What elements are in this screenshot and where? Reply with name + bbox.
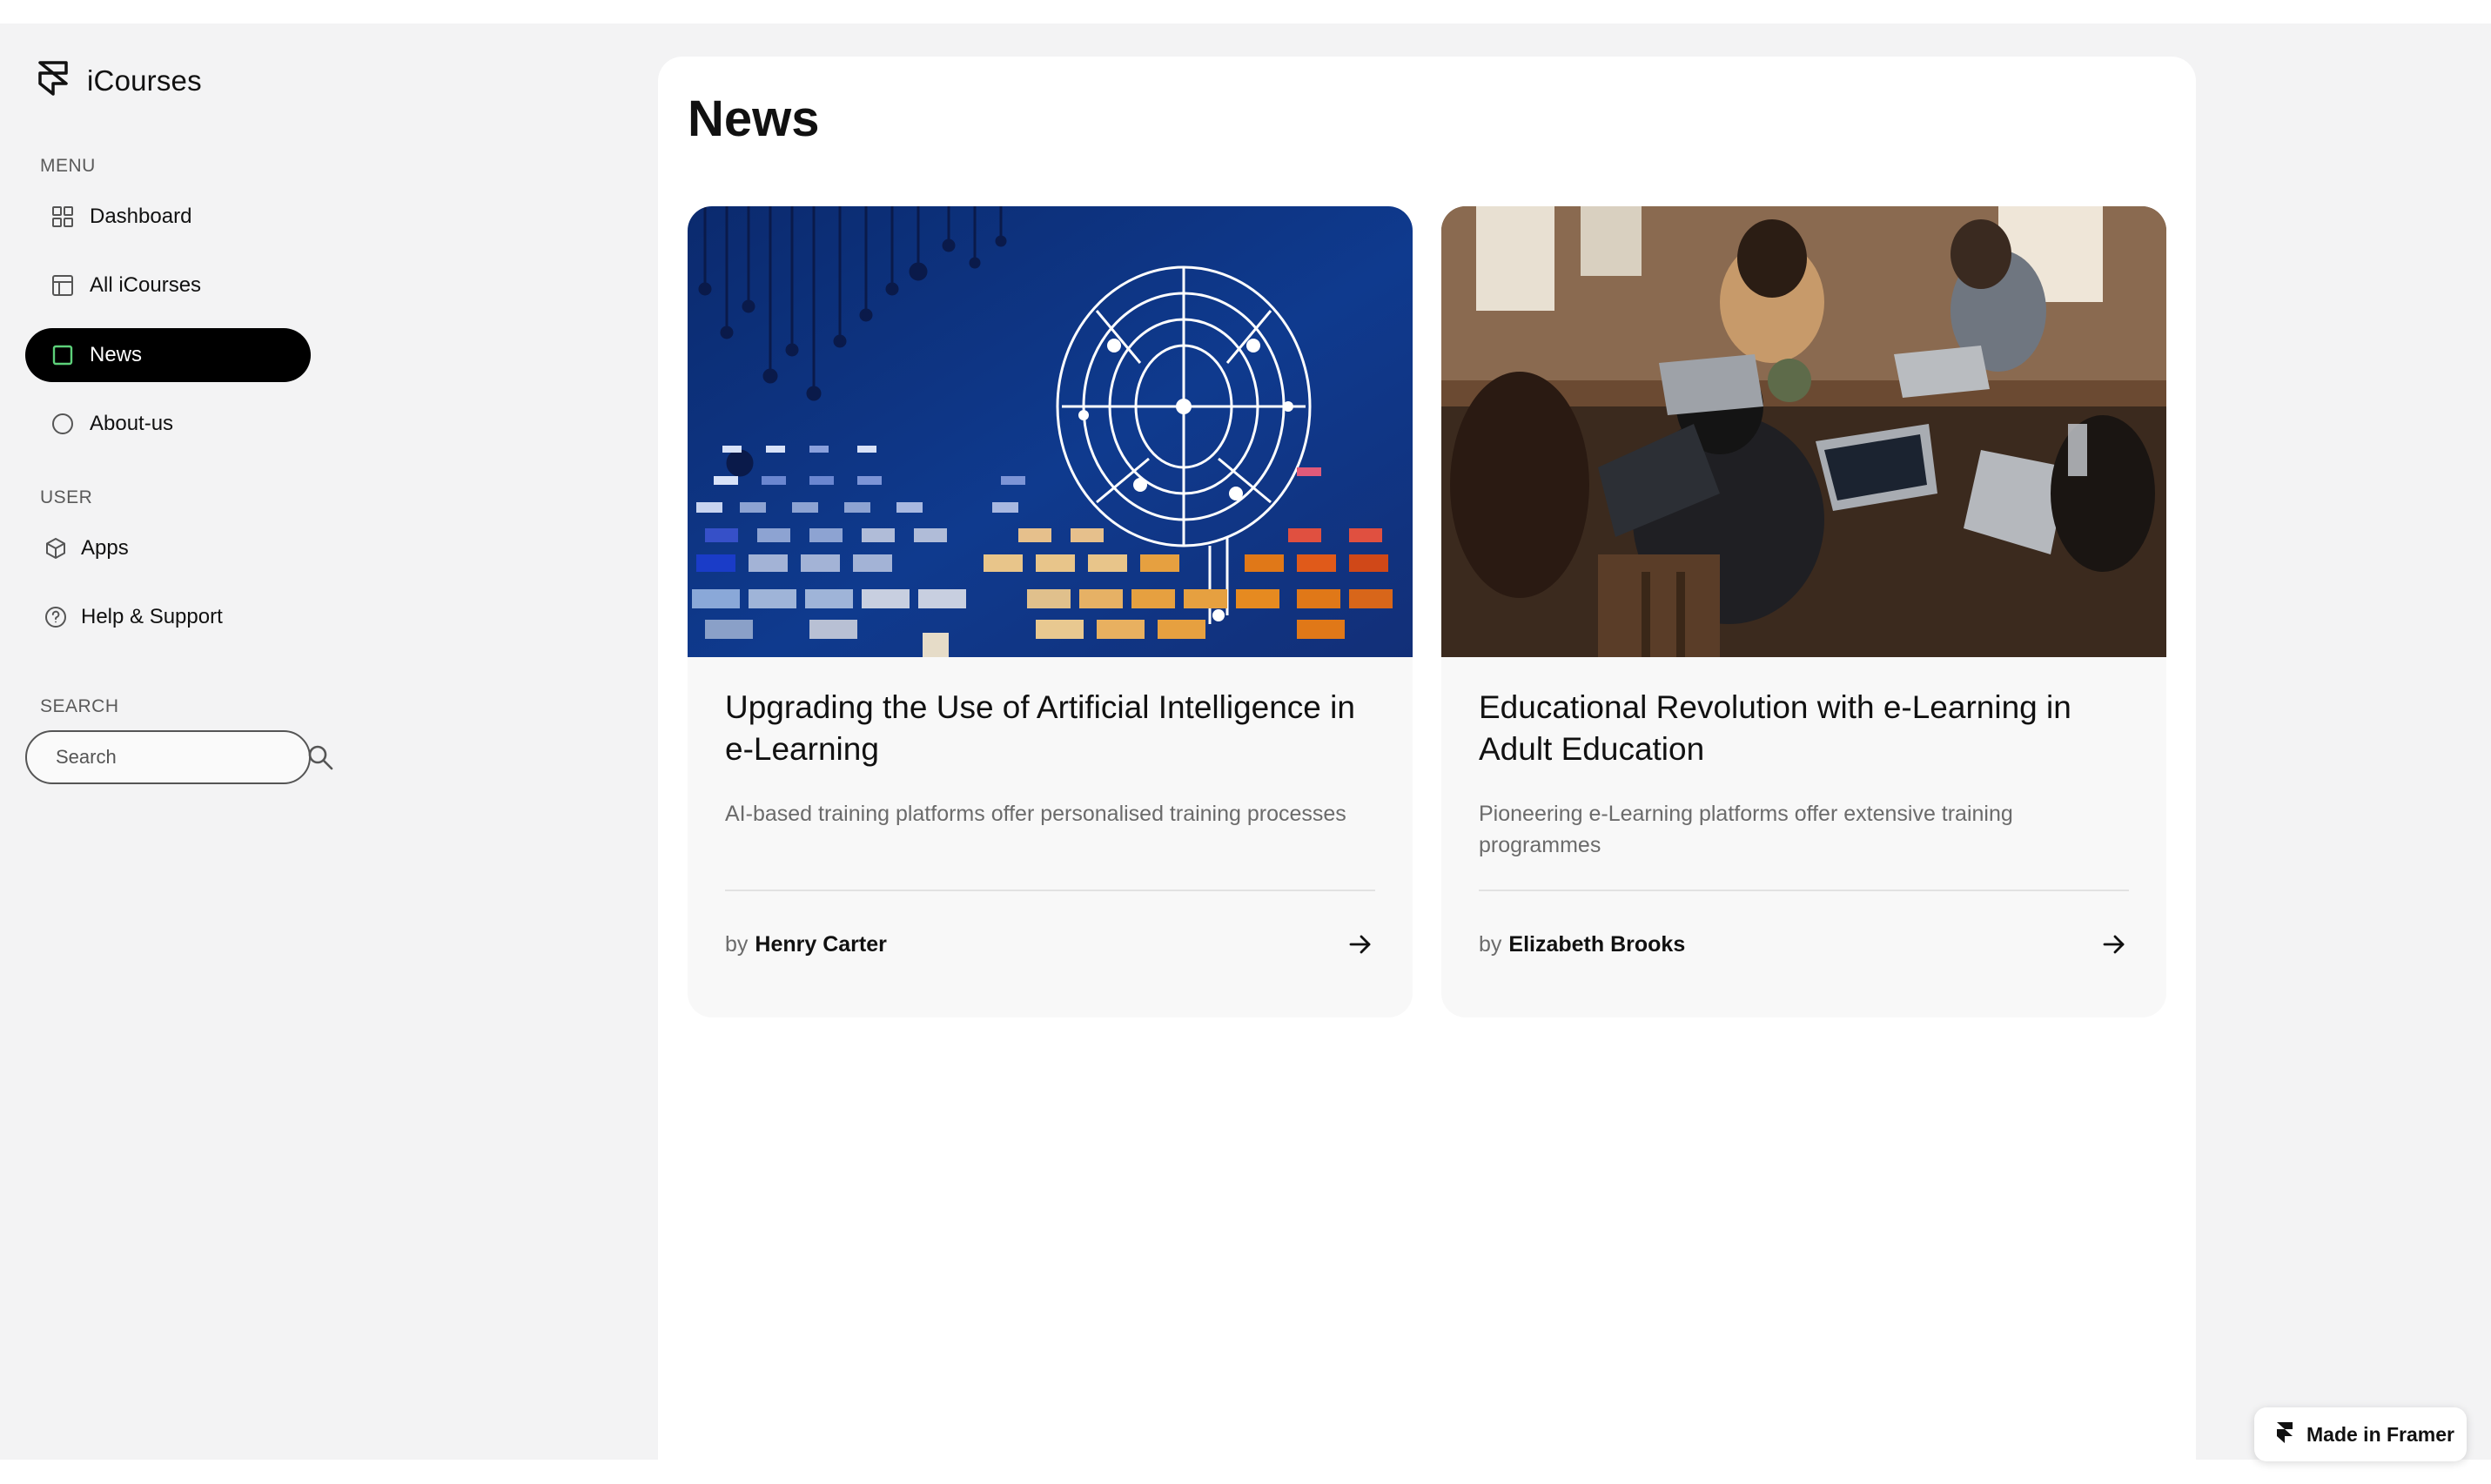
sidebar-item-news[interactable]: News	[25, 328, 311, 382]
author-name: Henry Carter	[755, 931, 887, 957]
arrow-right-icon[interactable]	[2099, 930, 2129, 959]
cube-icon	[44, 537, 67, 560]
user-section-label: USER	[40, 487, 93, 507]
page-title: News	[688, 91, 820, 147]
card-description: Pioneering e-Learning platforms offer ex…	[1479, 802, 2013, 857]
sidebar-item-label: All iCourses	[90, 273, 202, 297]
sidebar-item-about-us[interactable]: About-us	[25, 397, 311, 451]
search-icon[interactable]	[306, 742, 334, 773]
app-shell: iCourses MENU Dashboard All iCourses New…	[0, 24, 2491, 1484]
made-in-framer-badge[interactable]: Made in Framer	[2254, 1407, 2467, 1461]
card-footer: by Henry Carter	[725, 927, 1375, 962]
circle-icon	[51, 413, 74, 435]
author-name: Elizabeth Brooks	[1508, 931, 1686, 957]
sidebar-item-help-support[interactable]: Help & Support	[25, 590, 311, 644]
sidebar: iCourses MENU Dashboard All iCourses New…	[0, 24, 333, 1460]
menu-section-label: MENU	[40, 156, 96, 176]
brand-name: iCourses	[87, 64, 202, 97]
framer-logo-icon	[38, 61, 68, 96]
card-divider	[725, 890, 1375, 891]
news-card[interactable]: Upgrading the Use of Artificial Intellig…	[688, 206, 1413, 1017]
sidebar-item-apps[interactable]: Apps	[25, 521, 311, 575]
people-with-laptops-photo	[1441, 206, 2166, 657]
sidebar-item-label: Apps	[81, 536, 129, 560]
square-icon	[51, 344, 74, 366]
sidebar-item-dashboard[interactable]: Dashboard	[25, 190, 311, 244]
brand[interactable]: iCourses	[35, 57, 202, 105]
card-description: AI-based training platforms offer person…	[725, 802, 1346, 826]
news-card[interactable]: Educational Revolution with e-Learning i…	[1441, 206, 2166, 1017]
byline-prefix: by	[1479, 931, 1502, 957]
sidebar-item-all-icourses[interactable]: All iCourses	[25, 259, 311, 312]
arrow-right-icon[interactable]	[1346, 930, 1375, 959]
help-circle-icon	[44, 606, 67, 628]
byline-prefix: by	[725, 931, 749, 957]
main-panel: News Upgrading the Use of Artificial Int…	[658, 57, 2196, 1484]
search-box	[25, 730, 333, 784]
search-section-label: SEARCH	[40, 696, 119, 716]
sidebar-item-label: About-us	[90, 412, 174, 435]
sidebar-item-label: News	[90, 343, 143, 366]
sidebar-item-label: Help & Support	[81, 605, 223, 628]
card-footer: by Elizabeth Brooks	[1479, 927, 2129, 962]
framer-icon	[2277, 1422, 2293, 1443]
card-divider	[1479, 890, 2129, 891]
card-title: Educational Revolution with e-Learning i…	[1479, 689, 2071, 767]
sidebar-item-label: Dashboard	[90, 205, 192, 228]
search-input[interactable]	[56, 746, 306, 769]
card-title: Upgrading the Use of Artificial Intellig…	[725, 689, 1355, 767]
ai-circuit-brain-image	[688, 206, 1413, 657]
layout-icon	[51, 274, 74, 297]
badge-label: Made in Framer	[2306, 1422, 2454, 1446]
grid-icon	[51, 205, 74, 228]
